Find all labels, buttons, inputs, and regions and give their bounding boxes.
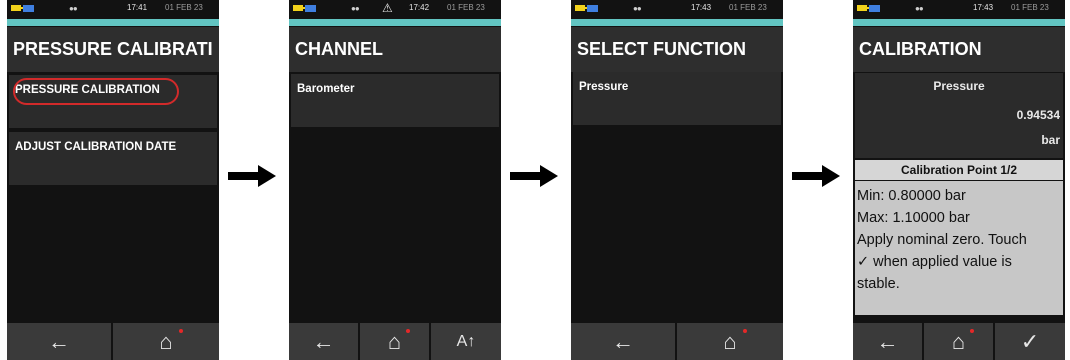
page-title: CHANNEL	[289, 27, 501, 72]
menu-item-pressure-calibration[interactable]: PRESSURE CALIBRATION	[9, 75, 217, 128]
accent-bar	[853, 19, 1065, 26]
connection-icon	[23, 5, 34, 12]
screen-pressure-calibration-menu: ●● 17:41 01 FEB 23 PRESSURE CALIBRATI PR…	[7, 0, 219, 360]
bottom-nav: ← ⌂	[571, 323, 783, 360]
link-status-icon: ●●	[351, 4, 360, 13]
link-status-icon: ●●	[69, 4, 78, 13]
bottom-nav: ← ⌂ ✓	[853, 323, 1065, 360]
home-button[interactable]: ⌂	[360, 323, 429, 360]
bottom-nav: ← ⌂	[7, 323, 219, 360]
page-title: SELECT FUNCTION	[571, 27, 783, 72]
back-arrow-icon: ←	[48, 329, 70, 354]
home-button[interactable]: ⌂	[113, 323, 219, 360]
menu-item-barometer[interactable]: Barometer	[291, 74, 499, 127]
status-date: 01 FEB 23	[729, 3, 767, 12]
instruction-max: Max: 1.10000 bar	[857, 210, 970, 226]
instruction-line: stable.	[857, 276, 900, 292]
back-arrow-icon: ←	[876, 329, 899, 354]
back-button[interactable]: ←	[7, 323, 111, 360]
menu-item-label: ADJUST CALIBRATION DATE	[15, 141, 177, 153]
status-time: 17:43	[973, 3, 994, 12]
bottom-nav: ← ⌂ A↑	[289, 323, 501, 360]
flow-arrow-icon	[228, 165, 276, 187]
sort-az-icon: A↑	[456, 333, 476, 350]
reading-unit: bar	[1041, 133, 1060, 147]
battery-icon	[857, 5, 869, 11]
home-icon: ⌂	[387, 329, 402, 354]
confirm-button[interactable]: ✓	[995, 323, 1065, 360]
notification-dot	[406, 329, 410, 333]
status-time: 17:43	[691, 3, 712, 12]
back-arrow-icon: ←	[312, 329, 335, 354]
home-icon: ⌂	[951, 329, 966, 354]
flow-arrow-icon	[792, 165, 840, 187]
battery-icon	[11, 5, 23, 11]
link-status-icon: ●●	[915, 4, 924, 13]
screen-channel: ●● ⚠ 17:42 01 FEB 23 CHANNEL Barometer ←…	[289, 0, 501, 360]
instruction-panel: Min: 0.80000 bar Max: 1.10000 bar Apply …	[855, 181, 1063, 315]
accent-bar	[7, 19, 219, 26]
menu-item-label: Pressure	[579, 81, 629, 93]
status-time: 17:41	[127, 3, 148, 12]
screen-calibration: ●● 17:43 01 FEB 23 CALIBRATION Pressure …	[853, 0, 1065, 360]
reading-panel: Pressure 0.94534 bar	[855, 73, 1063, 158]
menu-item-pressure[interactable]: Pressure	[573, 72, 781, 125]
home-icon: ⌂	[723, 329, 737, 354]
back-button[interactable]: ←	[853, 323, 922, 360]
status-date: 01 FEB 23	[1011, 3, 1049, 12]
status-date: 01 FEB 23	[447, 3, 485, 12]
reading-value: 0.94534	[1016, 108, 1060, 122]
connection-icon	[869, 5, 880, 12]
instruction-min: Min: 0.80000 bar	[857, 188, 966, 204]
back-button[interactable]: ←	[571, 323, 675, 360]
menu-item-adjust-calibration-date[interactable]: ADJUST CALIBRATION DATE	[9, 132, 217, 185]
checkmark-icon: ✓	[1020, 329, 1040, 354]
screen-select-function: ●● 17:43 01 FEB 23 SELECT FUNCTION Press…	[571, 0, 783, 360]
highlight-oval	[13, 78, 179, 105]
notification-dot	[970, 329, 974, 333]
warning-icon: ⚠	[382, 1, 393, 15]
connection-icon	[587, 5, 598, 12]
instruction-line: Apply nominal zero. Touch	[857, 232, 1027, 248]
reading-label: Pressure	[933, 79, 985, 93]
back-button[interactable]: ←	[289, 323, 358, 360]
sort-button[interactable]: A↑	[431, 323, 501, 360]
flow-arrow-icon	[510, 165, 558, 187]
status-bar: ●● 17:43 01 FEB 23	[853, 0, 1065, 18]
status-time: 17:42	[409, 3, 430, 12]
status-bar: ●● 17:41 01 FEB 23	[7, 0, 219, 18]
accent-bar	[289, 19, 501, 26]
menu-item-label: Barometer	[297, 83, 355, 95]
connection-icon	[305, 5, 316, 12]
notification-dot	[179, 329, 183, 333]
status-bar: ●● 17:43 01 FEB 23	[571, 0, 783, 18]
page-title: CALIBRATION	[853, 27, 1065, 72]
accent-bar	[571, 19, 783, 26]
link-status-icon: ●●	[633, 4, 642, 13]
status-date: 01 FEB 23	[165, 3, 203, 12]
battery-icon	[575, 5, 587, 11]
back-arrow-icon: ←	[612, 329, 634, 354]
status-bar: ●● ⚠ 17:42 01 FEB 23	[289, 0, 501, 18]
instruction-line: ✓ when applied value is	[857, 254, 1012, 270]
calibration-point-label: Calibration Point 1/2	[855, 160, 1063, 180]
page-title: PRESSURE CALIBRATI	[7, 27, 219, 72]
home-button[interactable]: ⌂	[677, 323, 783, 360]
home-button[interactable]: ⌂	[924, 323, 993, 360]
battery-icon	[293, 5, 305, 11]
notification-dot	[743, 329, 747, 333]
home-icon: ⌂	[159, 329, 173, 354]
